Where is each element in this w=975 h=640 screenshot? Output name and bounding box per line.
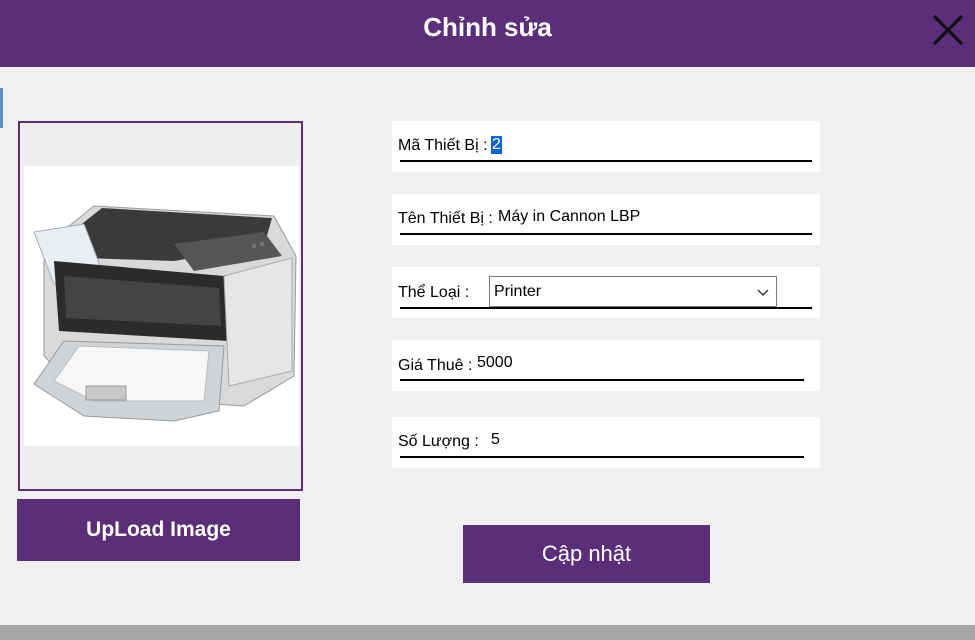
so-luong-label: Số Lượng : [398,433,479,450]
edit-dialog: Chỉnh sửa UpLoad Image Mã Thiết Bị: 2 T… [0,0,975,625]
close-icon[interactable] [928,10,968,50]
field-the-loai: Thể Loại : Printer [392,267,820,318]
ma-thiet-bi-input[interactable]: 2 [491,136,502,154]
ten-thiet-bi-label: Tên Thiết Bị : [398,210,493,227]
dialog-title: Chỉnh sửa [423,12,552,42]
device-image-frame [18,121,303,491]
window-bottom-border [0,625,975,640]
ten-thiet-bi-input[interactable]: Máy in Cannon LBP [498,208,640,226]
ma-thiet-bi-underline [400,160,812,162]
field-gia-thue: Giá Thuê : 5000 [392,340,820,391]
field-so-luong: Số Lượng : 5 [392,417,820,468]
update-button[interactable]: Cập nhật [463,525,710,583]
gia-thue-underline [400,379,804,381]
so-luong-input[interactable]: 5 [491,431,500,449]
ma-thiet-bi-label: Mã Thiết Bị : [398,137,488,154]
gia-thue-input[interactable]: 5000 [477,354,513,372]
the-loai-selected-value: Printer [494,283,542,300]
field-ma-thiet-bi: Mã Thiết Bị : 2 [392,121,820,172]
gia-thue-label: Giá Thuê : [398,357,473,374]
field-ten-thiet-bi: Tên Thiết Bị : Máy in Cannon LBP [392,194,820,245]
window-edge-accent [0,88,3,128]
ten-thiet-bi-underline [400,233,812,235]
the-loai-underline [400,307,812,309]
so-luong-underline [400,456,804,458]
dialog-titlebar: Chỉnh sửa [0,0,975,67]
the-loai-label: Thể Loại : [398,284,470,301]
upload-image-button[interactable]: UpLoad Image [17,499,300,561]
the-loai-select[interactable]: Printer [489,276,777,307]
printer-image [24,166,299,446]
chevron-down-icon [757,289,769,296]
